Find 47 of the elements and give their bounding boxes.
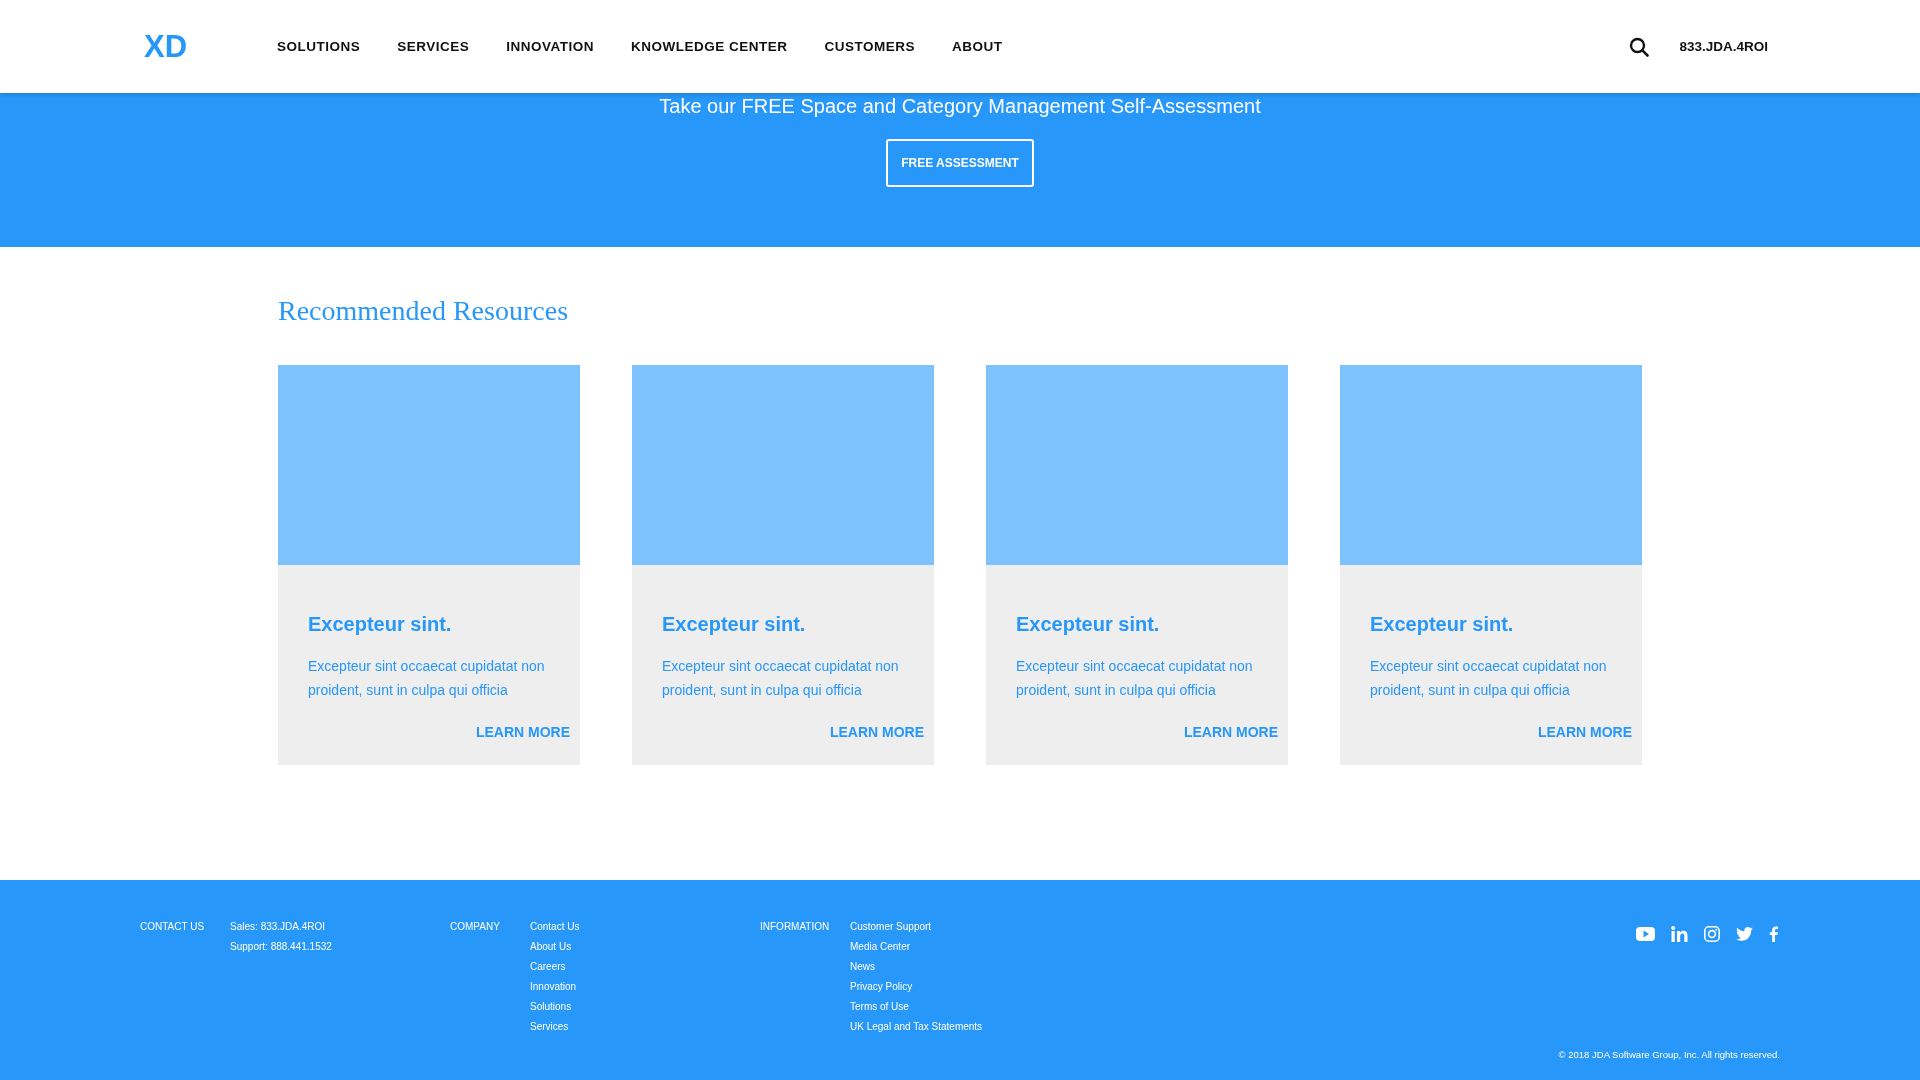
learn-more-link[interactable]: LEARN MORE [829, 724, 924, 740]
copyright-text: © 2018 JDA Software Group, Inc. All rights reserved. [1558, 1049, 1780, 1060]
card-text: Excepteur sint occaecat cupidatat non proident, sunt in culpa qui officia [662, 657, 900, 700]
camera-icon[interactable] [1704, 926, 1720, 942]
card-title: Excepteur sint. [1370, 613, 1515, 636]
footer-link[interactable]: Terms of Use [850, 1000, 983, 1013]
card-title: Excepteur sint. [662, 613, 807, 636]
footer-heading: COMPANY [450, 920, 501, 934]
footer-link[interactable]: UK Legal and Tax Statements [850, 1020, 983, 1033]
footer-heading: INFORMATION [760, 920, 831, 934]
nav-link[interactable]: ABOUT [952, 39, 1003, 54]
footer-link[interactable]: Privacy Policy [850, 980, 983, 993]
assessment-button[interactable]: FREE ASSESSMENT [886, 139, 1034, 187]
section-title: Recommended Resources [278, 295, 570, 327]
footer-link[interactable]: Support: 888.441.1532 [230, 940, 332, 953]
in-letters-icon[interactable] [1671, 926, 1688, 942]
footer-link[interactable]: News [850, 960, 983, 973]
nav-link[interactable]: SERVICES [397, 39, 470, 54]
footer-link[interactable]: Media Center [850, 940, 983, 953]
footer-heading: CONTACT US [140, 920, 205, 934]
logo[interactable]: XD [144, 28, 277, 65]
nav-link[interactable]: INNOVATION [506, 39, 595, 54]
learn-more-link[interactable]: LEARN MORE [475, 724, 570, 740]
card-text: Excepteur sint occaecat cupidatat non proident, sunt in culpa qui officia [308, 657, 546, 700]
nav-link[interactable]: SOLUTIONS [277, 39, 361, 54]
footer-link[interactable]: Innovation [530, 980, 580, 993]
footer-link[interactable]: Solutions [530, 1000, 580, 1013]
footer-link[interactable]: Services [530, 1020, 580, 1033]
f-letter-icon[interactable] [1769, 926, 1778, 942]
phone-link[interactable]: 833.JDA.4ROI [1679, 39, 1768, 54]
footer-link[interactable]: Customer Support [850, 920, 983, 933]
footer-link[interactable]: Sales: 833.JDA.4ROI [230, 920, 332, 933]
card-title: Excepteur sint. [1016, 613, 1161, 636]
learn-more-link[interactable]: LEARN MORE [1537, 724, 1632, 740]
card-title: Excepteur sint. [308, 613, 453, 636]
footer-link[interactable]: Contact Us [530, 920, 580, 933]
banner-text: Take our FREE Space and Category Management Self-Assessment [659, 94, 1261, 118]
bird-icon[interactable] [1736, 927, 1753, 941]
nav-link[interactable]: CUSTOMERS [824, 39, 916, 54]
card-text: Excepteur sint occaecat cupidatat non proident, sunt in culpa qui officia [1370, 657, 1608, 700]
nav-link[interactable]: KNOWLEDGE CENTER [631, 39, 788, 54]
footer-link[interactable]: About Us [530, 940, 580, 953]
search-icon[interactable] [1629, 36, 1650, 57]
card-text: Excepteur sint occaecat cupidatat non proident, sunt in culpa qui officia [1016, 657, 1254, 700]
video-play-icon[interactable] [1636, 927, 1655, 941]
learn-more-link[interactable]: LEARN MORE [1183, 724, 1278, 740]
footer-link[interactable]: Careers [530, 960, 580, 973]
